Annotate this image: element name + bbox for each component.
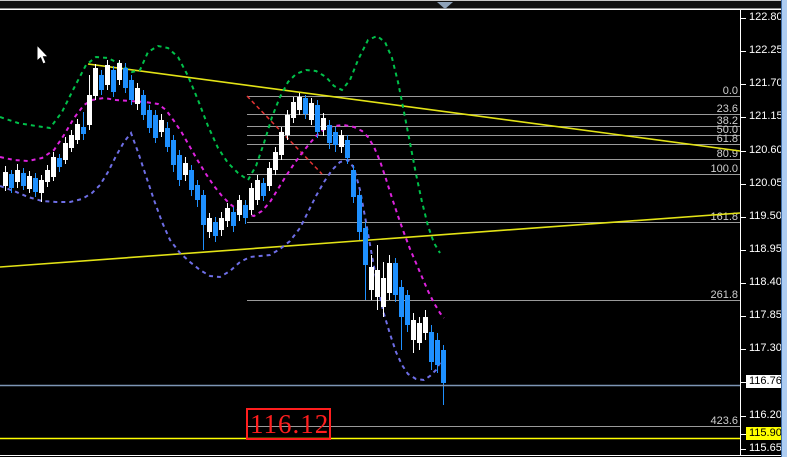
candle-up <box>321 118 326 130</box>
candle-up <box>39 180 44 193</box>
candle-up <box>219 218 224 230</box>
candle-up <box>369 267 374 290</box>
candle-down <box>243 205 248 218</box>
candle-up <box>15 170 20 182</box>
candle-down <box>351 170 356 197</box>
candle-up <box>3 172 8 186</box>
candle-down <box>33 178 38 192</box>
candle-up <box>339 135 344 147</box>
fib-level-label: 261.8 <box>710 289 738 301</box>
candle-down <box>141 95 146 115</box>
candle-down <box>315 105 320 132</box>
window-edge <box>781 0 787 457</box>
candle-up <box>45 170 50 182</box>
candle-down <box>123 68 128 88</box>
candle-up <box>183 163 188 175</box>
candle-up <box>267 168 272 186</box>
candle-down <box>303 98 308 114</box>
candle-down <box>261 183 266 196</box>
candle-up <box>117 63 122 80</box>
candle-down <box>333 132 338 145</box>
trendline-ascending[interactable] <box>0 212 741 268</box>
candle-up <box>273 152 278 170</box>
candle-down <box>111 70 116 92</box>
candle-up <box>381 278 386 307</box>
candle-up <box>135 88 140 104</box>
candle-up <box>87 95 92 125</box>
candle-down <box>327 125 332 143</box>
candle-up <box>237 200 242 215</box>
candle-up <box>255 180 260 200</box>
candle-down <box>129 80 134 100</box>
candle-up <box>279 132 284 155</box>
candle-up <box>423 317 428 333</box>
candle-up <box>225 208 230 221</box>
candle-down <box>231 212 236 226</box>
band-lower-line <box>0 130 442 382</box>
fib-level-label: 0.0 <box>723 85 738 97</box>
candle-down <box>189 170 194 190</box>
candle-down <box>441 350 446 383</box>
price-alert-label[interactable]: 116.12 <box>246 408 331 440</box>
candle-up <box>93 68 98 96</box>
candle-down <box>147 110 152 128</box>
candle-up <box>285 115 290 135</box>
candle-up <box>51 157 56 177</box>
cursor-arrow-icon <box>36 44 50 65</box>
candle-up <box>291 102 296 118</box>
candle-up <box>75 124 80 140</box>
candle-down <box>195 185 200 200</box>
candle-up <box>27 176 32 189</box>
candle-up <box>375 270 380 297</box>
candle-down <box>153 115 158 138</box>
fib-level-label: 23.6 <box>717 103 738 115</box>
candle-up <box>105 65 110 85</box>
candle-down <box>171 140 176 165</box>
candle-up <box>309 103 314 120</box>
candle-up <box>249 188 254 210</box>
fib-level-label: 100.0 <box>710 163 738 175</box>
candle-up <box>411 320 416 340</box>
fib-level-label: 61.8 <box>717 133 738 145</box>
candle-down <box>429 332 434 362</box>
candle-up <box>69 135 74 148</box>
fib-level-label: 423.6 <box>710 415 738 427</box>
trading-chart-window: 0.0 23.6 38.2 50.0 61.8 80.9 100.0 161.8 261.8 42… <box>0 0 787 457</box>
candle-up <box>297 97 302 110</box>
candle-down <box>357 195 362 232</box>
candle-down <box>99 75 104 90</box>
candle-down <box>81 127 86 134</box>
candle-down <box>201 195 206 225</box>
mouse-cursor <box>36 44 50 65</box>
candle-up <box>387 263 392 293</box>
candle-down <box>393 263 398 295</box>
candle-down <box>9 174 14 188</box>
candle-down <box>345 140 350 158</box>
candle-up <box>159 120 164 132</box>
price-chart: 0.023.638.250.061.880.9100.0161.8261.842… <box>0 9 781 456</box>
trendline-descending[interactable] <box>87 63 741 152</box>
candle-down <box>363 228 368 265</box>
candle-down <box>399 287 404 317</box>
candle-up <box>63 143 68 160</box>
candle-up <box>417 323 422 343</box>
candle-down <box>177 155 182 180</box>
candle-down <box>57 158 62 167</box>
candle-down <box>21 173 26 186</box>
candle-down <box>165 128 170 147</box>
candle-down <box>213 222 218 236</box>
candle-down <box>405 295 410 325</box>
candle-up <box>207 218 212 232</box>
candle-down <box>435 340 440 365</box>
